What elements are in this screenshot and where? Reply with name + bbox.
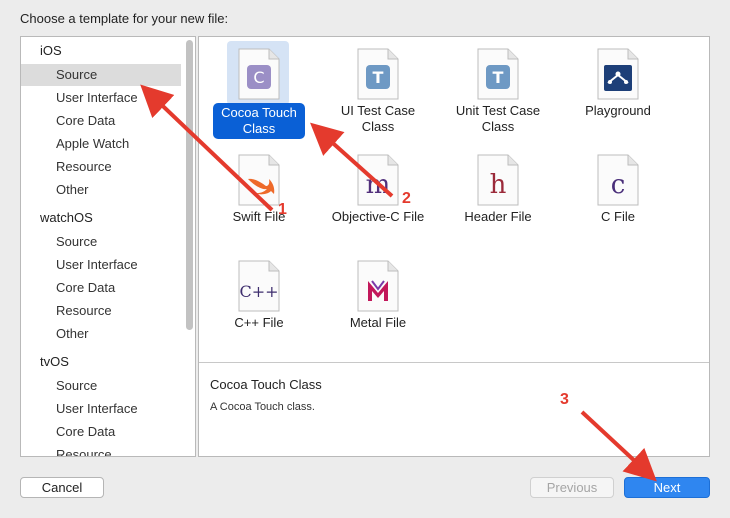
annotation-number-2: 2 xyxy=(402,190,411,207)
sidebar-item-label: Resource xyxy=(56,159,112,174)
sidebar-item-watchos-resource[interactable]: Resource xyxy=(21,300,181,322)
header-file-icon: h xyxy=(477,154,519,206)
template-header-file[interactable]: h Header File xyxy=(438,147,558,253)
sidebar-item-tvos-user-interface[interactable]: User Interface xyxy=(21,398,181,420)
sidebar-item-label: Apple Watch xyxy=(56,136,130,151)
template-panel: C Cocoa Touch Class T UI Test Case Class T… xyxy=(198,36,710,457)
template-label: Header File xyxy=(464,209,532,224)
sidebar-item-ios-source[interactable]: Source xyxy=(21,64,181,86)
annotation-number-1: 1 xyxy=(278,201,287,218)
template-c-file[interactable]: c C File xyxy=(558,147,678,253)
template-objective-c-file[interactable]: m Objective-C File xyxy=(318,147,438,253)
sidebar-item-tvos-core-data[interactable]: Core Data xyxy=(21,421,181,443)
template-label: Unit Test Case Class xyxy=(455,103,541,134)
template-label: UI Test Case Class xyxy=(340,103,416,134)
template-cocoa-touch-class[interactable]: C Cocoa Touch Class xyxy=(199,41,319,147)
template-label: Swift File xyxy=(232,209,286,224)
sidebar-scrollbar[interactable] xyxy=(186,40,193,330)
svg-text:m: m xyxy=(366,170,391,200)
cpp-file-icon: C++ xyxy=(238,260,280,312)
template-grid: C Cocoa Touch Class T UI Test Case Class T… xyxy=(199,37,709,363)
template-metal-file[interactable]: Metal File xyxy=(318,253,438,359)
sidebar-item-label: Source xyxy=(56,378,98,393)
sidebar-group-watchos: watchOS xyxy=(40,210,93,225)
template-label: Objective-C File xyxy=(331,209,425,224)
sidebar-item-watchos-source[interactable]: Source xyxy=(21,231,181,253)
sidebar-item-ios-core-data[interactable]: Core Data xyxy=(21,110,181,132)
dialog-title: Choose a template for your new file: xyxy=(20,11,229,26)
template-category-sidebar[interactable]: iOS Source User Interface Core Data Appl… xyxy=(20,36,196,457)
svg-text:c: c xyxy=(611,170,626,200)
sidebar-item-tvos-resource[interactable]: Resource xyxy=(21,444,181,457)
sidebar-item-watchos-other[interactable]: Other xyxy=(21,323,181,345)
svg-text:C: C xyxy=(253,68,264,87)
template-label: Metal File xyxy=(349,315,407,330)
annotation-number-3: 3 xyxy=(560,391,569,408)
description-text: A Cocoa Touch class. xyxy=(210,401,315,413)
template-playground[interactable]: Playground xyxy=(558,41,678,147)
template-label: C File xyxy=(601,209,635,224)
objective-c-file-icon: m xyxy=(357,154,399,206)
sidebar-item-label: Other xyxy=(56,326,89,341)
template-cpp-file[interactable]: C++ C++ File xyxy=(199,253,319,359)
sidebar-item-ios-resource[interactable]: Resource xyxy=(21,156,181,178)
template-label: Playground xyxy=(585,103,651,118)
sidebar-item-label: Source xyxy=(56,234,98,249)
sidebar-item-label: User Interface xyxy=(56,90,138,105)
sidebar-item-watchos-core-data[interactable]: Core Data xyxy=(21,277,181,299)
sidebar-item-tvos-source[interactable]: Source xyxy=(21,375,181,397)
sidebar-item-label: Resource xyxy=(56,447,112,457)
sidebar-item-label: Other xyxy=(56,182,89,197)
template-swift-file[interactable]: Swift File xyxy=(199,147,319,253)
template-ui-test-case-class[interactable]: T UI Test Case Class xyxy=(318,41,438,147)
sidebar-item-label: Core Data xyxy=(56,424,116,439)
sidebar-item-ios-user-interface[interactable]: User Interface xyxy=(21,87,181,109)
metal-file-icon xyxy=(357,260,399,312)
previous-button[interactable]: Previous xyxy=(530,477,614,498)
sidebar-item-label: User Interface xyxy=(56,401,138,416)
sidebar-item-label: Core Data xyxy=(56,280,116,295)
swift-file-icon xyxy=(238,154,280,206)
svg-text:h: h xyxy=(490,170,507,200)
panel-divider xyxy=(199,362,709,363)
sidebar-item-label: User Interface xyxy=(56,257,138,272)
template-label: Cocoa Touch Class xyxy=(199,103,319,139)
unit-test-case-class-icon: T xyxy=(477,48,519,100)
next-button[interactable]: Next xyxy=(624,477,710,498)
cancel-button[interactable]: Cancel xyxy=(20,477,104,498)
c-file-icon: c xyxy=(597,154,639,206)
sidebar-group-ios: iOS xyxy=(40,43,62,58)
sidebar-item-ios-other[interactable]: Other xyxy=(21,179,181,201)
template-label: C++ File xyxy=(234,315,284,330)
sidebar-group-tvos: tvOS xyxy=(40,354,69,369)
sidebar-item-label: Source xyxy=(56,67,98,82)
cocoa-touch-class-icon: C xyxy=(238,48,280,100)
template-unit-test-case-class[interactable]: T Unit Test Case Class xyxy=(438,41,558,147)
svg-text:T: T xyxy=(493,68,504,87)
sidebar-item-watchos-user-interface[interactable]: User Interface xyxy=(21,254,181,276)
ui-test-case-class-icon: T xyxy=(357,48,399,100)
description-title: Cocoa Touch Class xyxy=(210,377,322,392)
sidebar-item-label: Core Data xyxy=(56,113,116,128)
svg-text:T: T xyxy=(373,68,384,87)
playground-icon xyxy=(597,48,639,100)
sidebar-item-label: Resource xyxy=(56,303,112,318)
sidebar-item-ios-apple-watch[interactable]: Apple Watch xyxy=(21,133,181,155)
svg-text:C++: C++ xyxy=(239,282,278,301)
